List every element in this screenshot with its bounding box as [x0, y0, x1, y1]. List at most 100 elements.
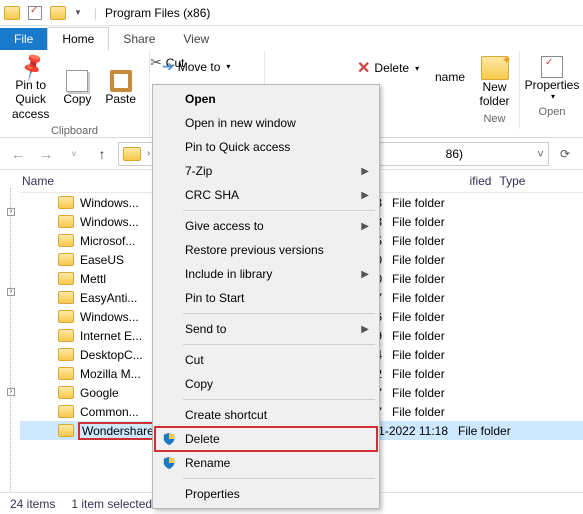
qat-dropdown-icon[interactable]: ▼	[74, 8, 82, 17]
menu-item-delete[interactable]: Delete	[155, 427, 377, 451]
nav-up-button[interactable]: ↑	[90, 142, 114, 166]
rename-button[interactable]: name	[436, 52, 464, 88]
tree-expand-icon[interactable]: ›	[7, 388, 15, 396]
pin-label: Pin to Quick access	[12, 78, 49, 121]
folder-icon	[58, 215, 74, 228]
menu-item-label: Properties	[185, 487, 240, 501]
folder-icon	[58, 386, 74, 399]
tree-expand-icon[interactable]: ›	[7, 288, 15, 296]
quick-access-toolbar: ▼ |	[4, 6, 101, 20]
folder-icon	[58, 196, 74, 209]
menu-item-label: Copy	[185, 377, 213, 391]
shield-icon	[161, 431, 177, 447]
menu-item-label: Restore previous versions	[185, 243, 324, 257]
menu-item-label: Delete	[185, 432, 220, 446]
pin-quick-access-button[interactable]: 📌 Pin to Quick access	[6, 52, 55, 125]
tab-view[interactable]: View	[169, 28, 223, 50]
menu-item-label: Pin to Quick access	[185, 140, 290, 154]
qat-properties-icon[interactable]	[28, 6, 42, 20]
tab-file[interactable]: File	[0, 28, 47, 50]
menu-item-pin-to-start[interactable]: Pin to Start	[155, 286, 377, 310]
menu-item-rename[interactable]: Rename	[155, 451, 377, 475]
folder-icon	[58, 310, 74, 323]
menu-separator	[183, 478, 375, 479]
qat-newfolder-icon[interactable]	[50, 6, 66, 20]
breadcrumb-tail[interactable]: 86)	[444, 147, 465, 161]
refresh-button[interactable]: ⟳	[553, 147, 577, 161]
menu-item-open-in-new-window[interactable]: Open in new window	[155, 111, 377, 135]
folder-icon	[58, 253, 74, 266]
menu-item-7-zip[interactable]: 7-Zip▶	[155, 159, 377, 183]
col-type[interactable]: Type	[499, 174, 583, 188]
app-folder-icon	[4, 6, 20, 20]
menu-item-label: Pin to Start	[185, 291, 244, 305]
menu-item-cut[interactable]: Cut	[155, 348, 377, 372]
chevron-down-icon: ▾	[551, 92, 555, 102]
address-dropdown-icon[interactable]: ˅	[537, 147, 544, 161]
tab-share[interactable]: Share	[109, 28, 169, 50]
submenu-arrow-icon: ▶	[361, 166, 369, 177]
properties-button[interactable]: Properties ▾	[528, 52, 576, 106]
menu-item-label: Create shortcut	[185, 408, 267, 422]
file-type: File folder	[392, 405, 492, 419]
menu-item-label: Open in new window	[185, 116, 296, 130]
tab-home[interactable]: Home	[47, 27, 109, 50]
copy-icon	[66, 70, 88, 92]
folder-icon	[58, 234, 74, 247]
menu-item-pin-to-quick-access[interactable]: Pin to Quick access	[155, 135, 377, 159]
nav-recent-button[interactable]: ˅	[62, 142, 86, 166]
menu-separator	[183, 399, 375, 400]
menu-item-create-shortcut[interactable]: Create shortcut	[155, 403, 377, 427]
menu-item-label: Include in library	[185, 267, 272, 281]
move-to-button[interactable]: ➜ Move to ▾	[156, 56, 258, 77]
menu-item-label: Cut	[185, 353, 204, 367]
file-type: File folder	[392, 386, 492, 400]
submenu-arrow-icon: ▶	[361, 324, 369, 335]
title-bar: ▼ | Program Files (x86)	[0, 0, 583, 26]
menu-item-open[interactable]: Open	[155, 87, 377, 111]
menu-item-properties[interactable]: Properties	[155, 482, 377, 506]
menu-item-label: Open	[185, 92, 216, 106]
move-label: Move to	[178, 60, 221, 74]
menu-item-give-access-to[interactable]: Give access to ▶	[155, 214, 377, 238]
menu-separator	[183, 344, 375, 345]
file-type: File folder	[392, 272, 492, 286]
menu-item-copy[interactable]: Copy	[155, 372, 377, 396]
menu-item-include-in-library[interactable]: Include in library▶	[155, 262, 377, 286]
paste-button[interactable]: Paste	[99, 52, 142, 125]
file-type: File folder	[392, 253, 492, 267]
window-title: Program Files (x86)	[105, 6, 210, 20]
submenu-arrow-icon: ▶	[361, 221, 369, 232]
menu-item-label: Rename	[185, 456, 230, 470]
menu-item-send-to[interactable]: Send to▶	[155, 317, 377, 341]
move-icon: ➜	[162, 58, 174, 75]
submenu-arrow-icon: ▶	[361, 190, 369, 201]
nav-back-button[interactable]: ←	[6, 142, 30, 166]
clipboard-group-label: Clipboard	[6, 125, 143, 139]
context-menu: Open Open in new window Pin to Quick acces…	[152, 84, 380, 509]
tree-guide: › › ›	[10, 188, 11, 496]
shield-icon	[161, 455, 177, 471]
open-group-label: Open	[528, 106, 576, 120]
paste-label: Paste	[105, 92, 136, 106]
file-type: File folder	[392, 234, 492, 248]
menu-separator	[183, 313, 375, 314]
menu-item-crc-sha[interactable]: CRC SHA ▶	[155, 183, 377, 207]
copy-button[interactable]: Copy	[57, 52, 97, 125]
new-folder-icon	[481, 56, 509, 80]
delete-label: Delete	[374, 61, 409, 75]
ribbon-delete-button[interactable]: ✕ Delete ▾	[351, 56, 424, 80]
folder-icon	[58, 348, 74, 361]
tree-expand-icon[interactable]: ›	[7, 208, 15, 216]
folder-icon	[58, 272, 74, 285]
file-type: File folder	[392, 291, 492, 305]
menu-item-restore-previous-versions[interactable]: Restore previous versions	[155, 238, 377, 262]
copy-label: Copy	[63, 92, 91, 106]
menu-item-label: Give access to	[185, 219, 264, 233]
file-type: File folder	[392, 367, 492, 381]
menu-item-label: CRC SHA	[185, 188, 239, 202]
status-item-count: 24 items	[10, 497, 55, 511]
folder-icon	[58, 329, 74, 342]
file-type: File folder	[392, 196, 492, 210]
new-folder-button[interactable]: New folder	[476, 52, 513, 113]
